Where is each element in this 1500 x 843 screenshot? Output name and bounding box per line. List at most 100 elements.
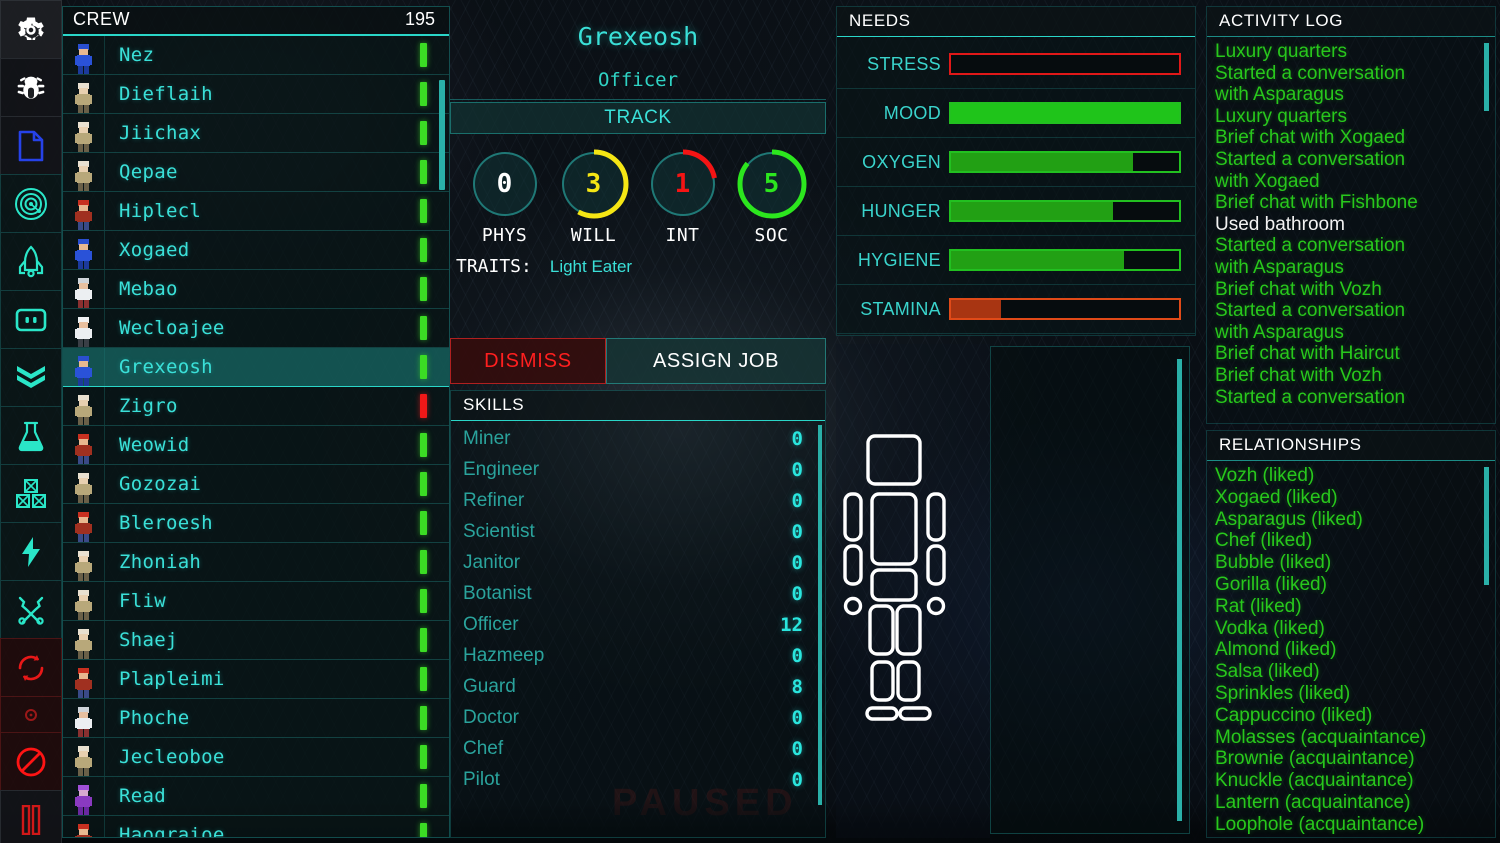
track-button[interactable]: TRACK [450, 102, 826, 134]
crew-portrait [63, 465, 105, 503]
crew-sprite [75, 354, 92, 386]
skill-value: 0 [791, 706, 803, 729]
crew-panel: CREW 195 Nez Dieflaih Jiichax Qepae Hiplecl X… [62, 6, 450, 838]
assign-job-button[interactable]: ASSIGN JOB [606, 338, 826, 384]
crew-row[interactable]: Mebao [63, 270, 449, 309]
character-detail-panel: Grexeosh Officer TRACK 0 PHYS 3 WILL 1 INT 5 SO… [450, 6, 826, 326]
crew-row[interactable]: Hiplecl [63, 192, 449, 231]
crates-stack-icon [15, 478, 47, 510]
crew-health-bar [420, 433, 427, 457]
crew-row[interactable]: Bleroesh [63, 504, 449, 543]
crew-member-name: Jecleoboe [119, 746, 225, 768]
relationship-line: Salsa (liked) [1215, 661, 1320, 683]
skill-name: Refiner [463, 489, 525, 511]
settings-button[interactable] [0, 0, 62, 58]
attribute-label: SOC [754, 225, 789, 246]
crew-health-bar [420, 628, 427, 652]
skills-scrollbar[interactable] [818, 425, 822, 805]
activity-log-line: Brief chat with Xogaed [1215, 127, 1406, 149]
crew-scrollbar[interactable] [439, 80, 445, 190]
relationships-body[interactable]: Vozh (liked) Xogaed (liked) Asparagus (lik… [1207, 461, 1495, 837]
crew-button[interactable] [0, 290, 62, 348]
skill-row: Engineer 0 [451, 454, 825, 485]
attribute-value: 0 [496, 169, 513, 199]
need-bar [949, 298, 1181, 320]
skill-row: Chef 0 [451, 733, 825, 764]
activity-log-line: Luxury quarters [1215, 41, 1348, 62]
dismiss-button[interactable]: DISMISS [450, 338, 606, 384]
activity-log-line: Luxury quarters [1215, 105, 1348, 127]
crew-row[interactable]: Zhoniah [63, 543, 449, 582]
attribute-value: 3 [585, 169, 602, 199]
crew-health-bar [420, 82, 427, 106]
crew-row[interactable]: Phoche [63, 699, 449, 738]
crew-row[interactable]: Grexeosh [63, 348, 449, 387]
crew-row[interactable]: Jiichax [63, 114, 449, 153]
need-row-hunger: HUNGER [837, 187, 1195, 236]
skill-name: Botanist [463, 582, 532, 604]
skill-name: Pilot [463, 768, 500, 790]
activity-log-line: with Asparagus [1215, 256, 1344, 278]
crew-health-bar [420, 316, 427, 340]
crew-row[interactable]: Xogaed [63, 231, 449, 270]
refresh-cycle-icon [15, 652, 47, 684]
target-marker-button[interactable] [0, 696, 62, 732]
recycle-button[interactable] [0, 638, 62, 696]
crew-sprite [75, 237, 92, 269]
debug-button[interactable] [0, 58, 62, 116]
crew-row[interactable]: Nez [63, 36, 449, 75]
skill-row: Officer 12 [451, 609, 825, 640]
crew-sprite [75, 198, 92, 230]
relationships-panel: RELATIONSHIPS Vozh (liked) Xogaed (liked)… [1206, 430, 1496, 838]
skill-row: Scientist 0 [451, 516, 825, 547]
attribute-value: 5 [763, 169, 780, 199]
crew-row[interactable]: Weowid [63, 426, 449, 465]
attribute-will: 3 WILL [555, 148, 633, 246]
crew-face-icon [14, 307, 48, 333]
body-detail-area[interactable] [990, 346, 1190, 834]
body-health-panel [836, 344, 1196, 838]
body-diagram-area[interactable] [836, 344, 990, 838]
crew-health-bar [420, 823, 427, 837]
research-button[interactable] [0, 406, 62, 464]
crew-row[interactable]: Haograioe [63, 816, 449, 837]
priorities-button[interactable] [0, 348, 62, 406]
need-label: OXYGEN [862, 151, 941, 172]
crew-row[interactable]: Jecleoboe [63, 738, 449, 777]
activity-log-scrollbar[interactable] [1484, 43, 1489, 111]
skill-name: Miner [463, 427, 511, 449]
crew-row[interactable]: Shaej [63, 621, 449, 660]
crew-row[interactable]: Wecloajee [63, 309, 449, 348]
body-detail-scrollbar[interactable] [1177, 359, 1182, 821]
crew-list[interactable]: Nez Dieflaih Jiichax Qepae Hiplecl Xogaed Meba… [63, 36, 449, 837]
build-tools-button[interactable] [0, 580, 62, 638]
toolbar-group-top [0, 0, 62, 174]
crew-row[interactable]: Dieflaih [63, 75, 449, 114]
crew-row[interactable]: Read [63, 777, 449, 816]
power-button[interactable] [0, 522, 62, 580]
crew-row[interactable]: Fliw [63, 582, 449, 621]
cancel-orders-button[interactable] [0, 732, 62, 790]
crew-health-bar [420, 277, 427, 301]
crew-sprite [75, 588, 92, 620]
activity-log-line: Started a conversation [1215, 235, 1406, 257]
storage-button[interactable] [0, 464, 62, 522]
crew-sprite [75, 471, 92, 503]
crew-member-name: Read [119, 785, 166, 807]
crew-portrait [63, 738, 105, 776]
relationships-scrollbar[interactable] [1484, 467, 1489, 585]
pause-button[interactable] [0, 790, 62, 843]
crew-portrait [63, 36, 105, 74]
crew-row[interactable]: Zigro [63, 387, 449, 426]
need-bar-fill [951, 104, 1179, 122]
ship-button[interactable] [0, 232, 62, 290]
relationship-line: Loophole (acquaintance) [1215, 813, 1425, 835]
activity-log-body[interactable]: Luxury quarters Started a conversation wit… [1207, 37, 1495, 423]
crew-row[interactable]: Plapleimi [63, 660, 449, 699]
small-target-icon [24, 708, 38, 722]
skill-row: Doctor 0 [451, 702, 825, 733]
crew-row[interactable]: Qepae [63, 153, 449, 192]
crew-row[interactable]: Gozozai [63, 465, 449, 504]
notes-button[interactable] [0, 116, 62, 174]
galaxy-map-button[interactable] [0, 174, 62, 232]
